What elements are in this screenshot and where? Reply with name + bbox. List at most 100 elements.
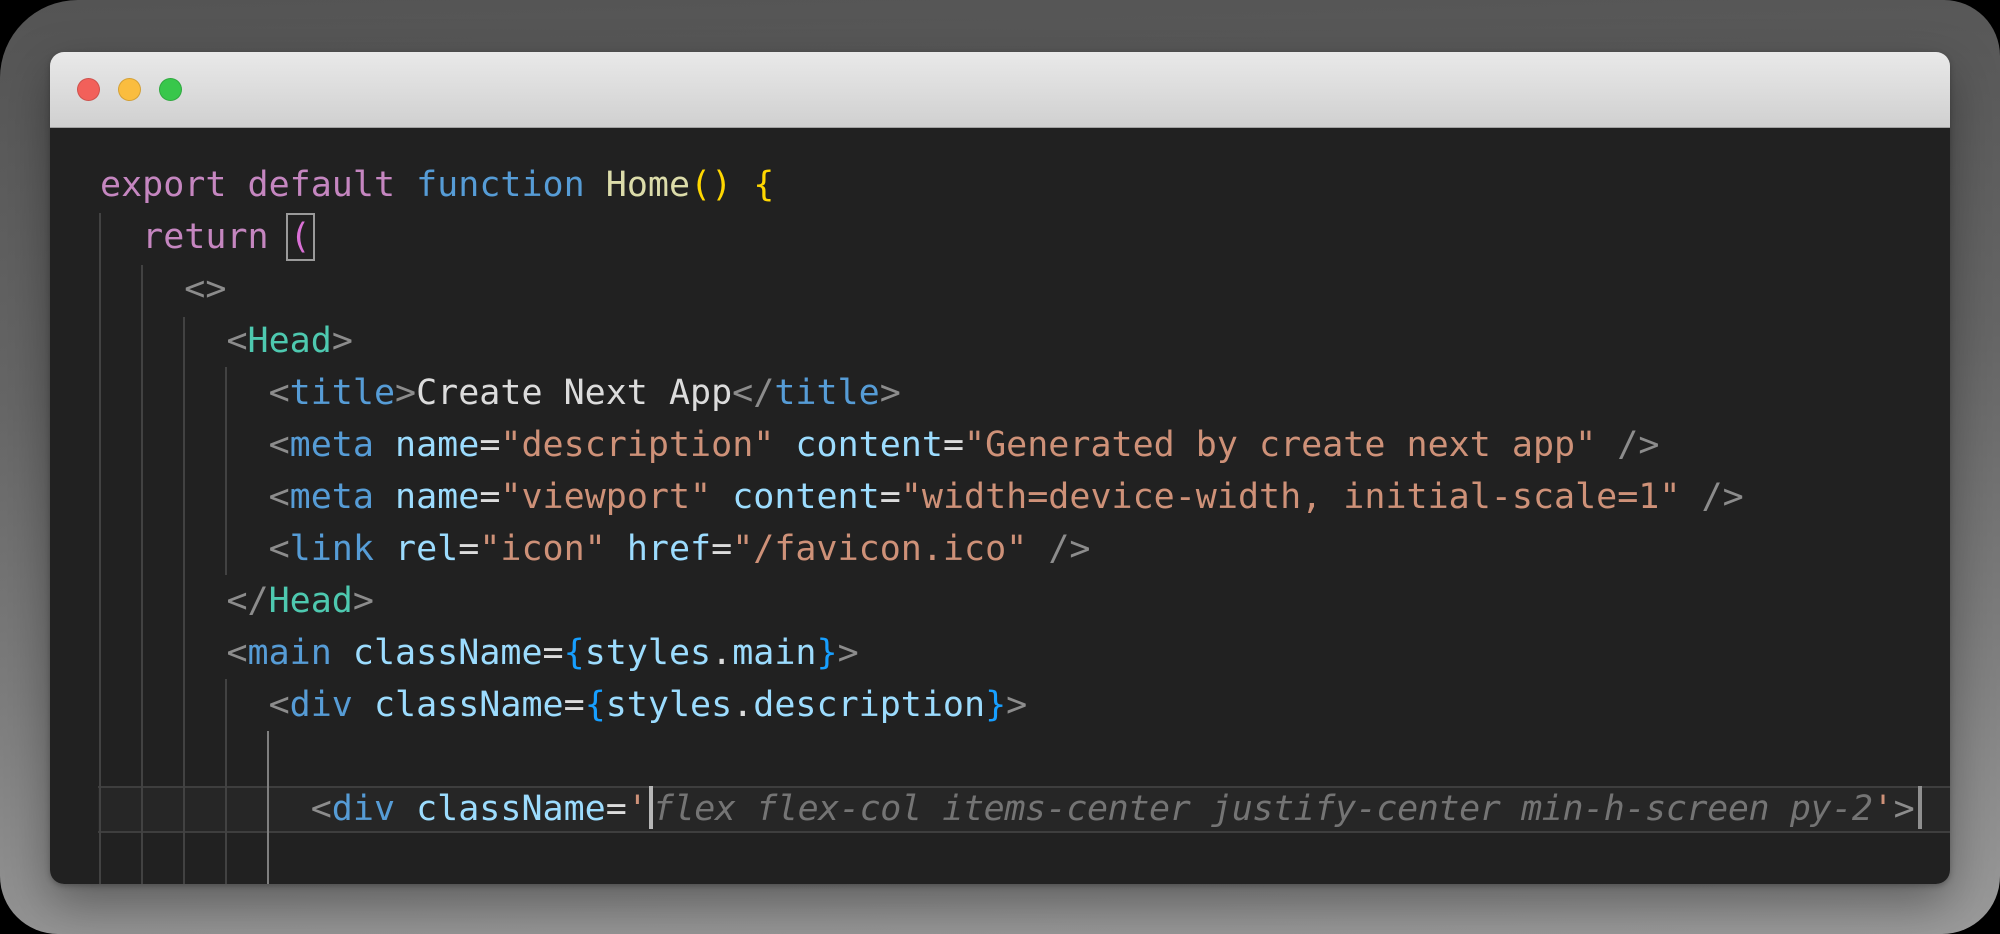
- code-editor-window: export default function Home() { return …: [50, 52, 1950, 884]
- minimize-button[interactable]: [118, 78, 141, 101]
- background-card: export default function Home() { return …: [0, 0, 2000, 934]
- token-plain: [1596, 425, 1617, 465]
- token-plain: [374, 425, 395, 465]
- token-attr: className: [374, 685, 564, 725]
- token-plain: .: [732, 685, 753, 725]
- code-line: return (: [100, 211, 1950, 263]
- text-cursor: [1918, 786, 1922, 829]
- code-line: <main className={styles.main}>: [100, 627, 1950, 679]
- code-line: <meta name="description" content="Genera…: [100, 419, 1950, 471]
- token-string: ': [627, 789, 648, 829]
- token-plain: =: [606, 789, 627, 829]
- token-attr: main: [732, 633, 816, 673]
- token-brace: {: [564, 633, 585, 673]
- token-punct: >: [1006, 685, 1027, 725]
- token-plain: =: [943, 425, 964, 465]
- token-attr: className: [416, 789, 606, 829]
- token-punct: <: [269, 529, 290, 569]
- token-plain: =: [564, 685, 585, 725]
- token-orchid: (: [290, 217, 311, 257]
- token-plain: [332, 633, 353, 673]
- token-attr: rel: [395, 529, 458, 569]
- copilot-ghost-suggestion: flex flex-col items-center justify-cente…: [653, 789, 1873, 829]
- token-plain: Create Next App: [416, 373, 732, 413]
- token-tag: meta: [290, 425, 374, 465]
- code-line: <link rel="icon" href="/favicon.ico" />: [100, 523, 1950, 575]
- token-plain: [1680, 477, 1701, 517]
- token-punct: >: [395, 373, 416, 413]
- indent-spaces: [100, 373, 269, 413]
- code-line: [100, 731, 1950, 783]
- token-component: Head: [269, 581, 353, 621]
- indent-spaces: [100, 217, 142, 257]
- token-punct: <: [269, 477, 290, 517]
- token-string: "/favicon.ico": [732, 529, 1027, 569]
- indent-spaces: [100, 685, 269, 725]
- token-punct: />: [1048, 529, 1090, 569]
- token-punct: />: [1617, 425, 1659, 465]
- token-brace: }: [985, 685, 1006, 725]
- token-plain: =: [711, 529, 732, 569]
- token-plain: [732, 165, 753, 205]
- zoom-button[interactable]: [159, 78, 182, 101]
- token-punct: <: [269, 373, 290, 413]
- code-editor[interactable]: export default function Home() { return …: [50, 128, 1950, 884]
- indent-spaces: [100, 789, 311, 829]
- indent-spaces: [100, 425, 269, 465]
- code-line: <Head>: [100, 315, 1950, 367]
- token-component: Head: [248, 321, 332, 361]
- token-punct: <: [311, 789, 332, 829]
- code-line: <>: [100, 263, 1950, 315]
- token-punct: <: [269, 685, 290, 725]
- token-punct: <: [226, 633, 247, 673]
- token-tag: meta: [290, 477, 374, 517]
- indent-spaces: [100, 581, 226, 621]
- token-tag: div: [290, 685, 353, 725]
- token-punct: >: [353, 581, 374, 621]
- token-plain: [606, 529, 627, 569]
- indent-spaces: [100, 269, 184, 309]
- close-button[interactable]: [77, 78, 100, 101]
- token-punct: >: [1894, 789, 1915, 829]
- token-string: "icon": [479, 529, 605, 569]
- token-punct: <>: [184, 269, 226, 309]
- token-attr: styles: [606, 685, 732, 725]
- token-string: "viewport": [500, 477, 711, 517]
- token-plain: =: [479, 477, 500, 517]
- window-titlebar[interactable]: [50, 52, 1950, 128]
- token-plain: [1027, 529, 1048, 569]
- token-string: ': [1873, 789, 1894, 829]
- token-plain: [774, 425, 795, 465]
- code-line: <div className={styles.description}>: [100, 679, 1950, 731]
- token-tag: title: [290, 373, 395, 413]
- token-attr: name: [395, 425, 479, 465]
- token-plain: [374, 477, 395, 517]
- token-punct: <: [226, 321, 247, 361]
- token-plain: [353, 685, 374, 725]
- token-gold: {: [753, 165, 774, 205]
- indent-spaces: [100, 321, 226, 361]
- code-area: export default function Home() { return …: [50, 128, 1950, 884]
- token-string: "Generated by create next app": [964, 425, 1596, 465]
- token-plain: .: [711, 633, 732, 673]
- indent-spaces: [100, 529, 269, 569]
- token-punct: />: [1702, 477, 1744, 517]
- screenshot-root: { "window": { "type": "macos-code-editor…: [0, 0, 2000, 934]
- token-plain: [269, 217, 290, 257]
- token-plain: =: [543, 633, 564, 673]
- token-punct: >: [332, 321, 353, 361]
- code-line: </Head>: [100, 575, 1950, 627]
- token-brace: }: [817, 633, 838, 673]
- token-attr: name: [395, 477, 479, 517]
- indent-spaces: [100, 477, 269, 517]
- token-plain: =: [479, 425, 500, 465]
- token-attr: styles: [585, 633, 711, 673]
- token-tag: main: [248, 633, 332, 673]
- token-string: "description": [500, 425, 774, 465]
- code-line: <title>Create Next App</title>: [100, 367, 1950, 419]
- token-plain: [395, 165, 416, 205]
- token-attr: className: [353, 633, 543, 673]
- token-tag: link: [290, 529, 374, 569]
- token-plain: [226, 165, 247, 205]
- token-punct: <: [269, 425, 290, 465]
